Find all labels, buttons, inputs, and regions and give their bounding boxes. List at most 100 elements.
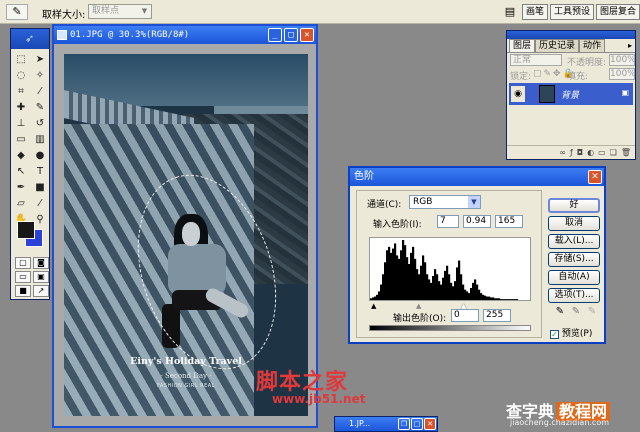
maximize-icon[interactable]: □: [411, 418, 423, 430]
standard-mode-icon[interactable]: ▢: [15, 257, 31, 269]
marquee-tool-icon[interactable]: ⬚: [12, 52, 30, 67]
maximize-icon[interactable]: □: [284, 28, 298, 42]
eye-visibility-icon[interactable]: ◉: [511, 86, 525, 102]
well-tab-brushes[interactable]: 画笔: [522, 4, 548, 20]
close-icon[interactable]: ✕: [424, 418, 436, 430]
options-button[interactable]: 选项(T)...: [548, 288, 600, 303]
load-button[interactable]: 载入(L)...: [548, 234, 600, 249]
close-icon[interactable]: ✕: [588, 170, 602, 184]
histogram-bar: [494, 298, 497, 300]
eyedropper-tool-icon[interactable]: ✎: [6, 4, 28, 20]
cancel-button[interactable]: 取消: [548, 216, 600, 231]
histogram-bar: [484, 295, 487, 300]
well-tab-tool-presets[interactable]: 工具预设: [550, 4, 594, 20]
healing-brush-tool-icon[interactable]: ✚: [12, 100, 30, 115]
layers-palette: 图层 历史记录 动作 ▸ 正常 不透明度: 100% 锁定: ▢✎✥🔒 填充: …: [506, 30, 636, 160]
tab-layers[interactable]: 图层: [509, 39, 536, 52]
notes-tool-icon[interactable]: ▱: [12, 196, 30, 211]
eyedropper-tool-icon[interactable]: ⁄: [31, 196, 49, 211]
pen-tool-icon[interactable]: ✒: [12, 180, 30, 195]
screen-mode-icon[interactable]: ▭: [15, 271, 31, 283]
blur-tool-icon[interactable]: ◆: [12, 148, 30, 163]
palette-header[interactable]: [507, 31, 635, 39]
input-black-slider[interactable]: ▲: [371, 303, 376, 310]
path-selection-tool-icon[interactable]: ↖: [12, 164, 30, 179]
mode-buttons: ▢ ◙ ▭ ▣ ■ ↗: [15, 257, 49, 297]
slice-tool-icon[interactable]: ⁄: [31, 84, 49, 99]
save-button[interactable]: 存储(S)...: [548, 252, 600, 267]
dialog-title: 色阶: [354, 171, 374, 182]
jump-to-imageready-icon[interactable]: ↗: [33, 285, 49, 297]
mask-icon[interactable]: ◘: [577, 146, 583, 159]
palette-well-icon[interactable]: ▤: [502, 4, 518, 20]
histogram-bar: [502, 299, 505, 300]
document-icon: [57, 30, 67, 40]
dialog-titlebar[interactable]: 色阶 ✕: [350, 168, 604, 186]
histogram-bar: [440, 284, 443, 300]
minimized-document-window[interactable]: 1.JP... ❐ □ ✕: [334, 416, 438, 432]
palette-menu-icon[interactable]: ▸: [625, 39, 635, 52]
adjustment-layer-icon[interactable]: ◐: [587, 146, 594, 159]
photo-canvas[interactable]: Einy's Holiday Travel - Second Day - FAS…: [64, 54, 308, 416]
histogram-bar: [408, 264, 411, 300]
toolbox-header[interactable]: ➶: [11, 29, 49, 49]
output-levels-label: 输出色阶(O):: [393, 314, 447, 324]
blend-mode-select[interactable]: 正常: [510, 54, 562, 66]
input-gamma-slider[interactable]: ▲: [416, 303, 421, 310]
brush-tool-icon[interactable]: ✎: [31, 100, 49, 115]
layer-style-icon[interactable]: ƒ: [570, 146, 573, 159]
histogram-bar: [446, 265, 449, 300]
crop-tool-icon[interactable]: ⌗: [12, 84, 30, 99]
preview-checkbox[interactable]: ✓ 预览(P): [550, 326, 592, 339]
channel-select[interactable]: RGB ▼: [409, 195, 481, 209]
lock-row: 锁定: ▢✎✥🔒 填充: 100%: [507, 67, 636, 82]
restore-icon[interactable]: ❐: [398, 418, 410, 430]
input-black-field[interactable]: 7: [437, 215, 459, 228]
foreground-color-swatch[interactable]: [17, 221, 35, 239]
histogram-chart: [370, 240, 519, 300]
histogram-bar: [458, 260, 461, 300]
feather-logo-icon: ➶: [25, 32, 35, 45]
document-titlebar[interactable]: 01.JPG @ 30.3%(RGB/8#) _ □ ✕: [54, 26, 316, 44]
tab-actions[interactable]: 动作: [579, 39, 606, 52]
new-layer-icon[interactable]: ❏: [610, 146, 617, 159]
trash-icon[interactable]: 🗑: [621, 146, 631, 159]
dodge-tool-icon[interactable]: ●: [31, 148, 49, 163]
history-brush-tool-icon[interactable]: ↺: [31, 116, 49, 131]
clone-stamp-tool-icon[interactable]: ⊥: [12, 116, 30, 131]
histogram: [369, 237, 531, 301]
white-eyedropper-icon[interactable]: ✎: [586, 306, 598, 320]
fill-field[interactable]: 100%: [609, 68, 636, 80]
layer-row-background[interactable]: ◉ 背景 ▣: [509, 83, 633, 105]
opacity-field[interactable]: 100%: [609, 54, 636, 66]
full-screen-mode-icon[interactable]: ▣: [33, 271, 49, 283]
tab-history[interactable]: 历史记录: [535, 39, 580, 52]
ok-button[interactable]: 好: [548, 198, 600, 213]
minimize-icon[interactable]: _: [268, 28, 282, 42]
output-black-field[interactable]: 0: [451, 309, 479, 322]
gray-eyedropper-icon[interactable]: ✎: [570, 306, 582, 320]
move-tool-icon[interactable]: ➤: [31, 52, 49, 67]
type-tool-icon[interactable]: T: [31, 164, 49, 179]
new-group-icon[interactable]: ▭: [598, 146, 606, 159]
quick-mask-mode-icon[interactable]: ◙: [33, 257, 49, 269]
input-white-field[interactable]: 165: [495, 215, 523, 228]
auto-button[interactable]: 自动(A): [548, 270, 600, 285]
input-gamma-field[interactable]: 0.94: [463, 215, 491, 228]
fullscreen-black-mode-icon[interactable]: ■: [15, 285, 31, 297]
sample-size-select[interactable]: 取样点 ▼: [88, 4, 152, 19]
close-icon[interactable]: ✕: [300, 28, 314, 42]
link-icon[interactable]: ∞: [559, 146, 566, 159]
histogram-bar: [516, 299, 519, 300]
gradient-tool-icon[interactable]: ▥: [31, 132, 49, 147]
shape-tool-icon[interactable]: ■: [31, 180, 49, 195]
magic-wand-tool-icon[interactable]: ✧: [31, 68, 49, 83]
histogram-bar: [466, 291, 469, 300]
black-eyedropper-icon[interactable]: ✎: [554, 306, 566, 320]
lasso-tool-icon[interactable]: ◌: [12, 68, 30, 83]
histogram-bar: [390, 252, 393, 300]
histogram-bar: [474, 279, 477, 300]
output-white-field[interactable]: 255: [483, 309, 511, 322]
eraser-tool-icon[interactable]: ▭: [12, 132, 30, 147]
well-tab-layer-comps[interactable]: 图层复合: [596, 4, 640, 20]
